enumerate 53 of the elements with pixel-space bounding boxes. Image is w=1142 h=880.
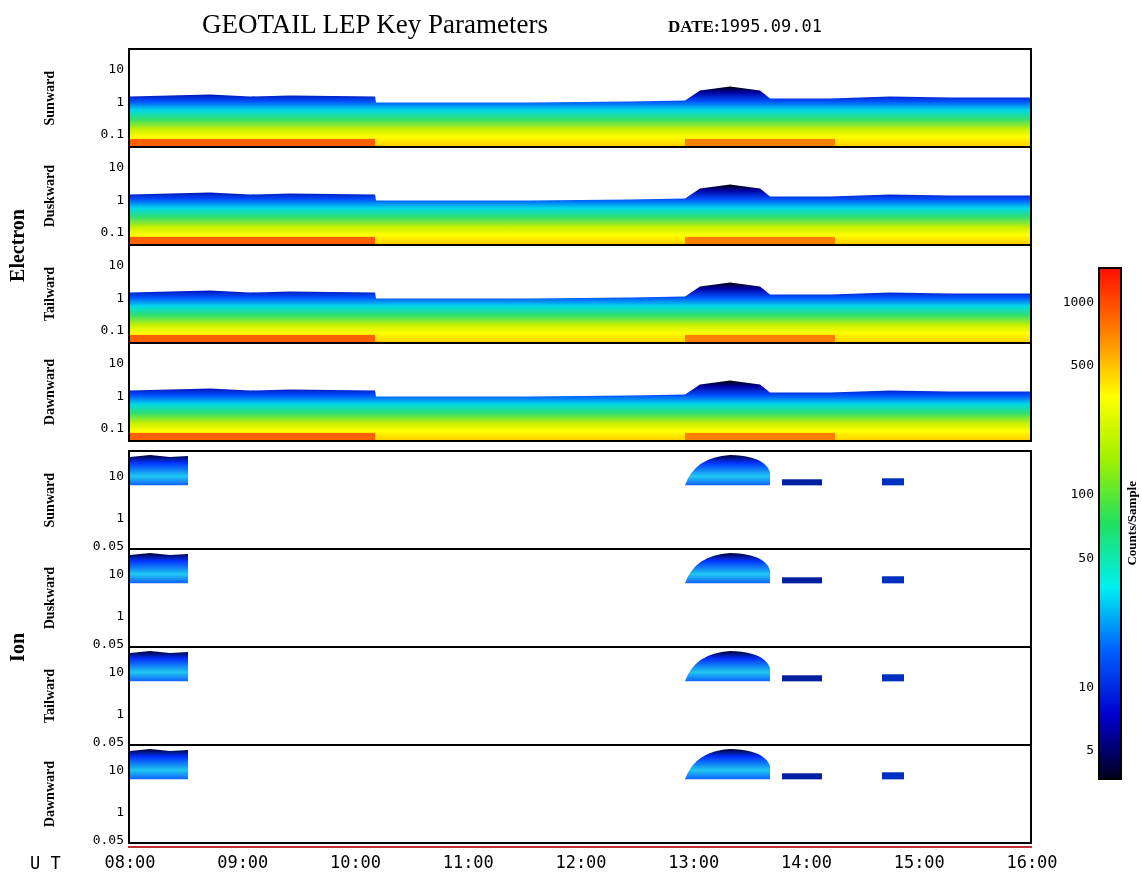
group-label: Ion	[5, 632, 29, 662]
axis-tick-label: 1	[116, 94, 124, 108]
axis-tick-label: 10	[108, 762, 124, 776]
panel-label: Dawnward	[40, 760, 58, 828]
axis-tick-label: 08:00	[104, 854, 156, 871]
colorbar-tick-label: 10	[1078, 679, 1094, 693]
axis-tick-label: 0.1	[100, 322, 124, 336]
axis-tick-label: 1	[116, 804, 124, 818]
axis-tick-label: 0.1	[100, 224, 124, 238]
axis-tick-label: 11:00	[442, 854, 494, 871]
axis-tick-label: 10	[108, 61, 124, 75]
axis-tick-label: 0.1	[100, 126, 124, 140]
axis-tick-label: 10:00	[329, 854, 382, 871]
axis-tick-label: 13:00	[668, 854, 720, 871]
panel-label: Duskward	[40, 164, 58, 228]
colorbar-tick-label: 100	[1070, 486, 1094, 500]
axis-tick-label: 14:00	[780, 854, 833, 871]
axis-tick-label: 1	[116, 388, 124, 402]
axis-tick-label: 16:00	[1006, 854, 1058, 871]
axis-tick-label: 10	[108, 159, 124, 173]
colorbar-label: Counts/Sample	[1123, 481, 1141, 566]
panel-label: Dawnward	[40, 358, 58, 426]
axis-tick-label: 09:00	[217, 854, 269, 871]
axis-tick-label: 15:00	[893, 854, 945, 871]
chart-title: GEOTAIL LEP Key Parameters	[202, 7, 548, 41]
panel-label: Duskward	[40, 566, 58, 630]
axis-tick-label: 10	[108, 468, 124, 482]
axis-tick-label: 10	[108, 355, 124, 369]
axis-tick-label: 1	[116, 510, 124, 524]
axis-tick-label: 1	[116, 706, 124, 720]
axis-tick-label: 0.05	[92, 832, 124, 846]
axis-tick-label: 1	[116, 608, 124, 622]
colorbar-tick-label: 500	[1070, 357, 1094, 371]
axis-tick-label: 10	[108, 257, 124, 271]
axis-tick-label: 10	[108, 566, 124, 580]
date-label: DATE:1995.09.01	[668, 15, 822, 39]
panel-label: Tailward	[40, 669, 58, 723]
axis-tick-label: 12:00	[555, 854, 607, 871]
group-label: Electron	[5, 208, 29, 282]
axis-label: U T	[30, 852, 62, 876]
axis-tick-label: 0.05	[92, 734, 124, 748]
panel-label: Sunward	[40, 70, 58, 126]
panel-label: Tailward	[40, 267, 58, 321]
axis-tick-label: 0.1	[100, 420, 124, 434]
axis-tick-label: 0.05	[92, 538, 124, 552]
colorbar-tick-label: 50	[1078, 550, 1094, 564]
colorbar-tick-label: 1000	[1062, 294, 1094, 308]
panel-label: Sunward	[40, 472, 58, 528]
axis-tick-label: 1	[116, 192, 124, 206]
axis-tick-label: 0.05	[92, 636, 124, 650]
axis-tick-label: 10	[108, 664, 124, 678]
colorbar-tick-label: 5	[1086, 742, 1094, 756]
axis-tick-label: 1	[116, 290, 124, 304]
